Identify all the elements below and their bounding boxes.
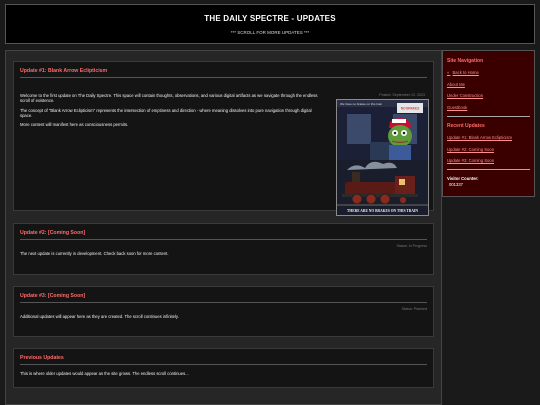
page-title: THE DAILY SPECTRE - UPDATES [204, 14, 336, 23]
visitor-counter-label: Visitor Counter: [447, 176, 479, 181]
nav-link-under-construction[interactable]: Under Construction [447, 93, 530, 98]
update-title: Update #1: Blank Arrow Eclipticism [20, 68, 427, 78]
image-caption-top: We have no brakes on this train [340, 102, 382, 106]
site-header: THE DAILY SPECTRE - UPDATES *** SCROLL F… [5, 4, 535, 44]
update-title: Update #2: [Coming Soon] [20, 230, 427, 240]
update-card-2: Update #2: [Coming Soon] Status: In Prog… [13, 223, 434, 275]
status-text: Status: In Progress [396, 243, 427, 248]
divider [447, 169, 530, 170]
home-link-label: Back to Home [452, 70, 479, 75]
status-text: Status: Planned [401, 306, 427, 311]
scroll-hint: *** SCROLL FOR MORE UPDATES *** [230, 30, 310, 35]
recent-link-update-2[interactable]: Update #2: Coming Soon [447, 147, 530, 152]
paragraph: This is where older updates would appear… [20, 370, 189, 376]
recent-heading: Recent Updates [447, 122, 485, 129]
paragraph: The concept of "Blank Arrow Eclipticism"… [20, 107, 312, 118]
divider [447, 115, 530, 117]
sidebar: Site Navigation « Back to Home About Me … [442, 50, 535, 197]
home-link[interactable]: « Back to Home [447, 70, 530, 75]
visitor-counter-value: 001337 [449, 182, 463, 187]
update-body: Welcome to the first update on The Daily… [20, 93, 320, 131]
image-sign-text: NO BRAKES [401, 107, 420, 111]
nav-heading: Site Navigation [447, 58, 484, 64]
recent-link-update-1[interactable]: Update #1: Blank Arrow Eclipticism [447, 135, 530, 140]
nav-link-guestbook[interactable]: Guestbook [447, 105, 530, 110]
recent-link-update-3[interactable]: Update #3: Coming Soon [447, 158, 530, 163]
previous-updates-card: Previous Updates This is where older upd… [13, 348, 434, 388]
update-card-1: Update #1: Blank Arrow Eclipticism Poste… [13, 61, 434, 216]
paragraph: Additional updates will appear here as t… [20, 313, 179, 319]
nav-link-about[interactable]: About Me [447, 82, 530, 87]
meme-image: We have no brakes on this train NO BRAKE… [336, 99, 429, 216]
paragraph: More content will manifest here as consc… [20, 122, 129, 128]
post-date: Posted: September 12, 2023 [379, 93, 425, 97]
update-title: Update #3: [Coming Soon] [20, 293, 427, 303]
section-title: Previous Updates [20, 355, 427, 365]
update-card-3: Update #3: [Coming Soon] Status: Planned… [13, 286, 434, 337]
paragraph: Welcome to the first update on The Daily… [20, 93, 318, 104]
main-content[interactable]: Update #1: Blank Arrow Eclipticism Poste… [5, 50, 442, 405]
image-caption: THERE ARE NO BRAKES ON THIS TRAIN [347, 209, 418, 213]
paragraph: The next update is currently in developm… [20, 250, 169, 256]
back-arrow-icon: « [447, 70, 450, 75]
